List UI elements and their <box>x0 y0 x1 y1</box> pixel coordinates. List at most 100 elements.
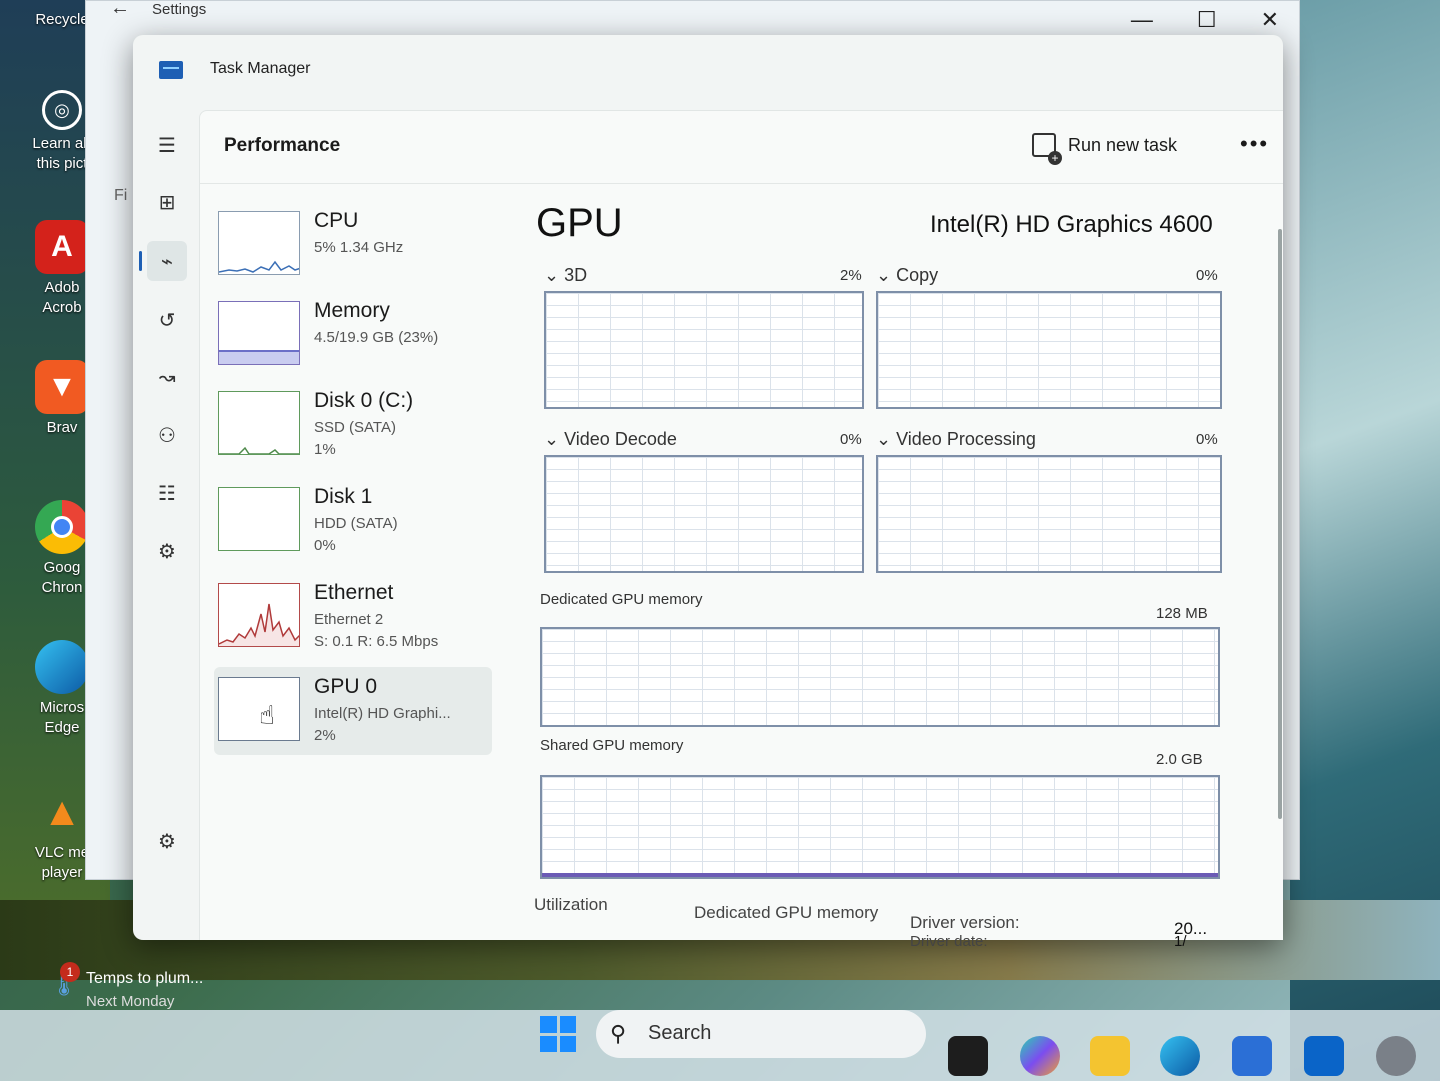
device-name: Memory <box>314 299 390 322</box>
memory-thumbnail-graph <box>218 301 300 365</box>
gpu-heading: GPU <box>536 201 623 245</box>
engine-percent: 0% <box>1196 267 1218 284</box>
brave-icon: ▼ <box>35 360 89 414</box>
title-bar[interactable]: Task Manager <box>133 35 1283 105</box>
utilization-label: Utilization <box>534 895 608 914</box>
cpu-thumbnail-graph <box>218 211 300 275</box>
chrome-icon <box>35 500 89 554</box>
maximize-button[interactable]: ☐ <box>1197 7 1217 33</box>
vertical-scrollbar[interactable] <box>1278 229 1282 819</box>
users-icon[interactable]: ⚇ <box>147 415 187 455</box>
graph-video-decode <box>544 455 864 573</box>
processes-icon[interactable]: ⊞ <box>147 182 187 222</box>
settings-gear-taskbar-icon[interactable] <box>1376 1036 1416 1076</box>
startup-apps-icon[interactable]: ↝ <box>147 357 187 397</box>
disk0-sparkline <box>219 446 299 454</box>
engine-label: Video Decode <box>564 429 677 449</box>
minimize-button[interactable]: — <box>1131 7 1153 33</box>
edge-icon[interactable] <box>1160 1036 1200 1076</box>
run-new-task-button[interactable]: Run new task <box>1032 133 1178 165</box>
engine-selector-video-decode[interactable]: ⌄ Video Decode <box>544 429 677 450</box>
device-name: Disk 1 <box>314 485 373 508</box>
device-detail: SSD (SATA) <box>314 419 396 436</box>
details-icon[interactable]: ☷ <box>147 473 187 513</box>
notification-badge: 1 <box>60 962 80 982</box>
gpu-model-name: Intel(R) HD Graphics 4600 <box>930 211 1213 238</box>
engine-selector-copy[interactable]: ⌄ Copy <box>876 265 938 286</box>
cpu-sparkline <box>219 260 299 273</box>
driver-date-value: 1/ <box>1174 933 1187 950</box>
graph-dedicated-memory <box>540 627 1220 727</box>
device-usage: 0% <box>314 537 336 554</box>
window-controls: — ☐ ✕ <box>1131 7 1279 33</box>
engine-selector-video-processing[interactable]: ⌄ Video Processing <box>876 429 1036 450</box>
engine-selector-3d[interactable]: ⌄ 3D <box>544 265 587 286</box>
graph-copy <box>876 291 1222 409</box>
file-explorer-icon[interactable] <box>1090 1036 1130 1076</box>
window-title: Task Manager <box>210 60 311 77</box>
disk0-thumbnail-graph <box>218 391 300 455</box>
shared-memory-fill <box>542 873 1218 877</box>
task-manager-window: Task Manager ☰ ⊞ ⌁ ↺ ↝ ⚇ ☷ ⚙ ⚙ Performan… <box>133 35 1283 950</box>
run-task-icon <box>1032 133 1062 165</box>
chevron-down-icon: ⌄ <box>876 429 892 449</box>
hand-cursor-icon: ☝ <box>259 700 275 730</box>
task-view-icon[interactable] <box>948 1036 988 1076</box>
close-button[interactable]: ✕ <box>1261 7 1279 33</box>
app-history-icon[interactable]: ↺ <box>147 300 187 340</box>
camera-icon: ◎ <box>42 90 82 130</box>
settings-gear-icon[interactable]: ⚙ <box>147 821 187 861</box>
hamburger-menu-icon[interactable]: ☰ <box>147 125 187 165</box>
windows-start-icon[interactable] <box>540 1016 576 1052</box>
microsoft-store-icon[interactable] <box>1232 1036 1272 1076</box>
device-name: CPU <box>314 209 359 232</box>
shared-memory-max: 2.0 GB <box>1156 751 1203 768</box>
acrobat-icon: A <box>35 220 89 274</box>
more-options-icon[interactable]: ••• <box>1240 131 1269 157</box>
back-button[interactable]: ← <box>110 0 130 20</box>
device-detail: Intel(R) HD Graphi... <box>314 705 451 722</box>
notification-subtitle: Next Monday <box>86 993 175 1010</box>
chevron-down-icon: ⌄ <box>876 265 892 285</box>
taskbar: ⚲ Search <box>0 1010 1440 1081</box>
copilot-icon[interactable] <box>1020 1036 1060 1076</box>
device-detail: Ethernet 2 <box>314 611 384 628</box>
device-item-disk-0[interactable]: Disk 0 (C:) SSD (SATA) 1% <box>214 381 492 469</box>
nav-rail: ☰ ⊞ ⌁ ↺ ↝ ⚇ ☷ ⚙ ⚙ <box>133 105 199 935</box>
dedicated-memory-label: Dedicated GPU memory <box>540 591 703 608</box>
driver-date-label: Driver date: <box>910 933 988 950</box>
device-item-disk-1[interactable]: Disk 1 HDD (SATA) 0% <box>214 477 492 565</box>
search-icon: ⚲ <box>610 1021 627 1046</box>
search-placeholder: Search <box>648 1022 712 1044</box>
notification-title: Temps to plum... <box>86 970 204 987</box>
device-name: GPU 0 <box>314 675 378 698</box>
engine-percent: 0% <box>1196 431 1218 448</box>
device-item-gpu-0[interactable]: ☝ GPU 0 Intel(R) HD Graphi... 2% <box>214 667 492 755</box>
device-name: Disk 0 (C:) <box>314 389 414 412</box>
dedicated-memory-stat-label: Dedicated GPU memory <box>694 903 879 922</box>
engine-percent: 2% <box>840 267 862 284</box>
settings-title: Settings <box>152 1 207 18</box>
page-title: Performance <box>224 135 341 156</box>
device-usage: 1% <box>314 441 336 458</box>
device-item-memory[interactable]: Memory 4.5/19.9 GB (23%) <box>214 291 492 379</box>
outlook-icon[interactable] <box>1304 1036 1344 1076</box>
services-icon[interactable]: ⚙ <box>147 531 187 571</box>
device-detail: HDD (SATA) <box>314 515 398 532</box>
device-item-ethernet[interactable]: Ethernet Ethernet 2 S: 0.1 R: 6.5 Mbps <box>214 573 492 661</box>
graph-video-processing <box>876 455 1222 573</box>
gpu-thumbnail-graph: ☝ <box>218 677 300 741</box>
device-item-cpu[interactable]: CPU 5% 1.34 GHz <box>214 201 492 289</box>
driver-version-label: Driver version: <box>910 913 1020 932</box>
run-new-task-label: Run new task <box>1068 134 1178 155</box>
header-divider <box>200 183 1283 184</box>
dedicated-memory-max: 128 MB <box>1156 605 1208 622</box>
ethernet-thumbnail-graph <box>218 583 300 647</box>
engine-percent: 0% <box>840 431 862 448</box>
main-content: Performance Run new task ••• CPU 5% 1.34… <box>199 110 1283 950</box>
vlc-cone-icon: ▲ <box>42 789 82 834</box>
device-usage: S: 0.1 R: 6.5 Mbps <box>314 633 439 650</box>
settings-search-stub[interactable]: Fi <box>114 187 127 205</box>
performance-icon[interactable]: ⌁ <box>139 241 187 281</box>
taskbar-search-box[interactable]: ⚲ Search <box>596 1010 926 1058</box>
